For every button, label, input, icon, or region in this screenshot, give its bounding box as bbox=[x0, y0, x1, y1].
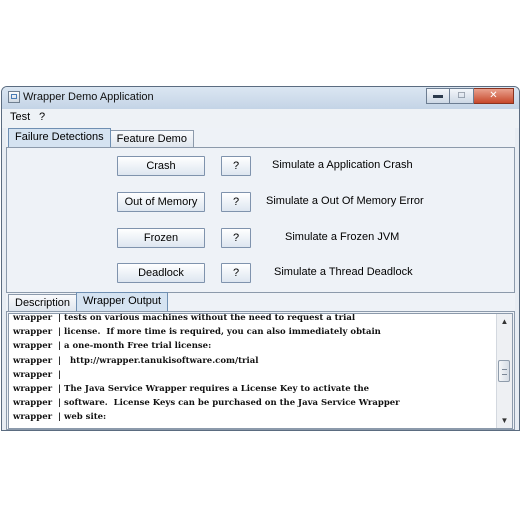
failure-detections-panel: Crash ? Simulate a Application Crash Out… bbox=[6, 147, 515, 293]
frozen-button[interactable]: Frozen bbox=[117, 228, 205, 248]
scroll-up-icon[interactable]: ▲ bbox=[498, 315, 511, 328]
close-button[interactable]: ✕ bbox=[474, 88, 514, 104]
vertical-scrollbar[interactable]: ▲ ▼ bbox=[496, 314, 512, 428]
minimize-button[interactable]: ▬ bbox=[426, 88, 450, 104]
console-line: wrapper | license. If more time is requi… bbox=[13, 327, 381, 338]
console-line: wrapper | web site: bbox=[13, 412, 107, 423]
window-controls: ▬ □ ✕ bbox=[426, 88, 514, 104]
frozen-help-button[interactable]: ? bbox=[221, 228, 251, 248]
console-line: wrapper | bbox=[13, 369, 62, 380]
failure-row-out-of-memory: Out of Memory ? Simulate a Out Of Memory… bbox=[7, 192, 514, 212]
main-content: Failure Detections Feature Demo Crash ? … bbox=[6, 128, 515, 430]
maximize-button[interactable]: □ bbox=[450, 88, 474, 104]
console-line: wrapper | http://wrapper.tanukisoftware.… bbox=[13, 355, 259, 366]
deadlock-description: Simulate a Thread Deadlock bbox=[274, 266, 413, 278]
menu-test[interactable]: Test bbox=[8, 111, 32, 123]
scroll-thumb[interactable] bbox=[498, 360, 510, 382]
menu-bar: Test ? bbox=[2, 109, 519, 128]
console-text: wrapper | tests on various machines with… bbox=[13, 313, 496, 425]
console-line: wrapper | tests on various machines with… bbox=[13, 313, 356, 323]
failure-row-deadlock: Deadlock ? Simulate a Thread Deadlock bbox=[7, 263, 514, 283]
frozen-description: Simulate a Frozen JVM bbox=[285, 231, 400, 243]
wrapper-output-console[interactable]: wrapper | tests on various machines with… bbox=[8, 313, 513, 429]
output-section: Description Wrapper Output wrapper | tes… bbox=[6, 292, 515, 430]
top-tabs: Failure Detections Feature Demo bbox=[8, 128, 194, 147]
title-bar[interactable]: Wrapper Demo Application ▬ □ ✕ bbox=[2, 87, 519, 109]
deadlock-help-button[interactable]: ? bbox=[221, 263, 251, 283]
crash-button[interactable]: Crash bbox=[117, 156, 205, 176]
tab-feature-demo[interactable]: Feature Demo bbox=[109, 130, 194, 147]
tab-failure-detections[interactable]: Failure Detections bbox=[8, 128, 111, 147]
failure-row-crash: Crash ? Simulate a Application Crash bbox=[7, 156, 514, 176]
out-of-memory-description: Simulate a Out Of Memory Error bbox=[266, 195, 424, 207]
console-line: wrapper | software. License Keys can be … bbox=[13, 398, 400, 409]
out-of-memory-button[interactable]: Out of Memory bbox=[117, 192, 205, 212]
failure-row-frozen: Frozen ? Simulate a Frozen JVM bbox=[7, 228, 514, 248]
crash-help-button[interactable]: ? bbox=[221, 156, 251, 176]
window-title: Wrapper Demo Application bbox=[23, 91, 154, 103]
menu-help[interactable]: ? bbox=[37, 111, 47, 123]
app-icon bbox=[8, 91, 20, 103]
console-line: wrapper | a one-month Free trial license… bbox=[13, 341, 212, 352]
crash-description: Simulate a Application Crash bbox=[272, 159, 413, 171]
tab-wrapper-output[interactable]: Wrapper Output bbox=[76, 292, 169, 311]
app-window: Wrapper Demo Application ▬ □ ✕ Test ? Fa… bbox=[1, 86, 520, 431]
console-line: wrapper | The Java Service Wrapper requi… bbox=[13, 384, 370, 395]
bottom-tabs: Description Wrapper Output bbox=[8, 292, 169, 311]
scroll-down-icon[interactable]: ▼ bbox=[498, 414, 511, 427]
deadlock-button[interactable]: Deadlock bbox=[117, 263, 205, 283]
tab-description[interactable]: Description bbox=[8, 294, 78, 311]
out-of-memory-help-button[interactable]: ? bbox=[221, 192, 251, 212]
